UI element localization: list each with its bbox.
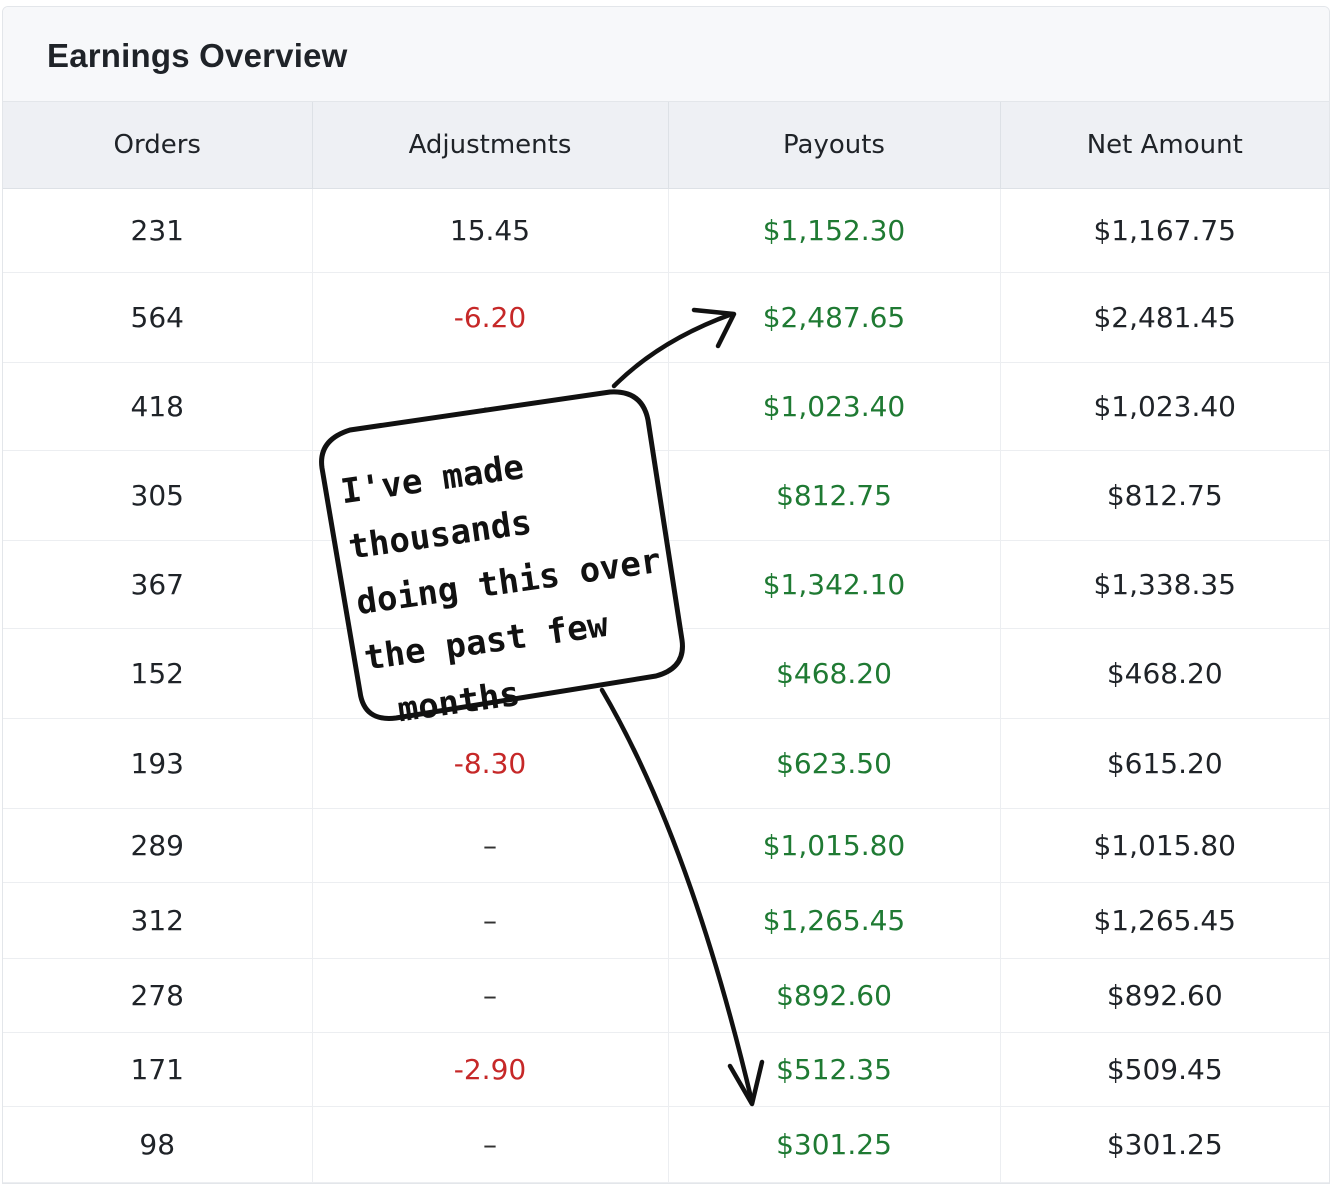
cell-net-amount: $615.20 <box>999 718 1329 809</box>
cell-adjustments: – <box>311 362 668 451</box>
cell-orders: 564 <box>3 272 312 363</box>
cell-payouts: $301.25 <box>667 1106 1000 1183</box>
column-header-adjustments[interactable]: Adjustments <box>311 102 668 189</box>
cell-payouts: $812.75 <box>667 450 1000 541</box>
cell-net-amount: $468.20 <box>999 628 1329 719</box>
cell-orders: 98 <box>3 1106 312 1183</box>
cell-orders: 289 <box>3 808 312 883</box>
cell-payouts: $1,265.45 <box>667 882 1000 959</box>
cell-payouts: $1,023.40 <box>667 362 1000 451</box>
cell-adjustments: -2.90 <box>311 1032 668 1107</box>
cell-net-amount: $509.45 <box>999 1032 1329 1107</box>
cell-payouts: $2,487.65 <box>667 272 1000 363</box>
cell-adjustments <box>311 540 668 629</box>
cell-adjustments: 15.45 <box>311 188 668 273</box>
column-header-orders[interactable]: Orders <box>3 102 312 189</box>
table-header-row: Orders Adjustments Payouts Net Amount <box>3 102 1329 189</box>
cell-net-amount: $812.75 <box>999 450 1329 541</box>
cell-payouts: $1,015.80 <box>667 808 1000 883</box>
cell-net-amount: $301.25 <box>999 1106 1329 1183</box>
table-row: 367 $1,342.10 $1,338.35 <box>3 540 1329 629</box>
cell-orders: 418 <box>3 362 312 451</box>
cell-payouts: $512.35 <box>667 1032 1000 1107</box>
cell-payouts: $468.20 <box>667 628 1000 719</box>
table-row: 231 15.45 $1,152.30 $1,167.75 <box>3 188 1329 273</box>
table-row: 289– $1,015.80 $1,015.80 <box>3 808 1329 883</box>
cell-adjustments: – <box>311 1106 668 1183</box>
card-header: Earnings Overview <box>3 7 1329 102</box>
cell-net-amount: $1,167.75 <box>999 188 1329 273</box>
cell-orders: 312 <box>3 882 312 959</box>
cell-adjustments <box>311 450 668 541</box>
cell-payouts: $1,342.10 <box>667 540 1000 629</box>
cell-net-amount: $892.60 <box>999 958 1329 1033</box>
cell-payouts: $623.50 <box>667 718 1000 809</box>
cell-net-amount: $1,015.80 <box>999 808 1329 883</box>
cell-adjustments: – <box>311 958 668 1033</box>
earnings-table: Orders Adjustments Payouts Net Amount 23… <box>3 102 1329 1183</box>
cell-orders: 305 <box>3 450 312 541</box>
cell-orders: 367 <box>3 540 312 629</box>
table-row: 305 $812.75 $812.75 <box>3 450 1329 541</box>
cell-net-amount: $1,023.40 <box>999 362 1329 451</box>
column-header-net-amount[interactable]: Net Amount <box>999 102 1329 189</box>
table-row: 564 -6.20 $2,487.65 $2,481.45 <box>3 272 1329 363</box>
table-row: 152 $468.20 $468.20 <box>3 628 1329 719</box>
cell-adjustments <box>311 628 668 719</box>
table-row: 312– $1,265.45 $1,265.45 <box>3 882 1329 959</box>
cell-adjustments: – <box>311 882 668 959</box>
cell-adjustments: -8.30 <box>311 718 668 809</box>
table-row: 193 -8.30 $623.50 $615.20 <box>3 718 1329 809</box>
table-row: 278– $892.60 $892.60 <box>3 958 1329 1033</box>
table-body: 231 15.45 $1,152.30 $1,167.75 564 -6.20 $2,487… <box>3 188 1329 1183</box>
cell-payouts: $892.60 <box>667 958 1000 1033</box>
table-row: 171 -2.90 $512.35 $509.45 <box>3 1032 1329 1107</box>
cell-orders: 152 <box>3 628 312 719</box>
column-header-payouts[interactable]: Payouts <box>667 102 1000 189</box>
cell-net-amount: $1,265.45 <box>999 882 1329 959</box>
cell-orders: 278 <box>3 958 312 1033</box>
earnings-card: Earnings Overview Orders Adjustments Pay… <box>2 6 1330 1184</box>
cell-orders: 193 <box>3 718 312 809</box>
cell-net-amount: $1,338.35 <box>999 540 1329 629</box>
cell-orders: 231 <box>3 188 312 273</box>
cell-adjustments: – <box>311 808 668 883</box>
cell-net-amount: $2,481.45 <box>999 272 1329 363</box>
page-title: Earnings Overview <box>47 37 348 74</box>
table-row: 418– $1,023.40 $1,023.40 <box>3 362 1329 451</box>
cell-adjustments: -6.20 <box>311 272 668 363</box>
cell-payouts: $1,152.30 <box>667 188 1000 273</box>
table-row: 98– $301.25 $301.25 <box>3 1106 1329 1183</box>
cell-orders: 171 <box>3 1032 312 1107</box>
